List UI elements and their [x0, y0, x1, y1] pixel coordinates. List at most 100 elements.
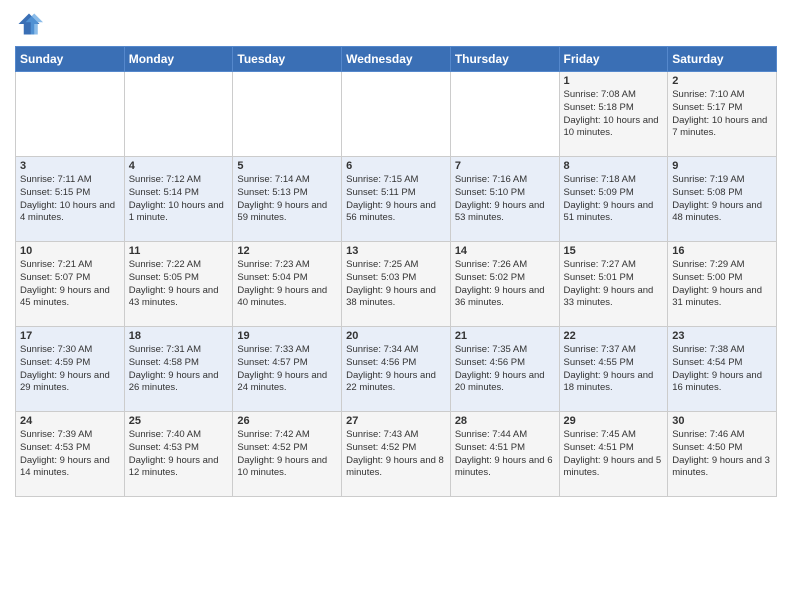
calendar-cell: 19 Sunrise: 7:33 AM Sunset: 4:57 PM Dayli… [233, 327, 342, 412]
day-number: 22 [564, 330, 664, 342]
day-number: 4 [129, 160, 229, 172]
calendar-cell: 28 Sunrise: 7:44 AM Sunset: 4:51 PM Dayli… [450, 412, 559, 497]
calendar-cell: 17 Sunrise: 7:30 AM Sunset: 4:59 PM Dayli… [16, 327, 125, 412]
calendar-cell: 3 Sunrise: 7:11 AM Sunset: 5:15 PM Daylig… [16, 157, 125, 242]
day-number: 20 [346, 330, 446, 342]
calendar-cell: 5 Sunrise: 7:14 AM Sunset: 5:13 PM Daylig… [233, 157, 342, 242]
day-number: 12 [237, 245, 337, 257]
calendar-cell: 22Sunrise: 7:37 AM Sunset: 4:55 PM Dayli… [559, 327, 668, 412]
calendar-cell: 9Sunrise: 7:19 AM Sunset: 5:08 PM Daylig… [668, 157, 777, 242]
calendar-cell: 23 Sunrise: 7:38 AM Sunset: 4:54 PM Dayli… [668, 327, 777, 412]
day-info: Sunrise: 7:31 AM Sunset: 4:58 PM Dayligh… [129, 344, 229, 395]
day-info: Sunrise: 7:27 AM Sunset: 5:01 PM Dayligh… [564, 259, 664, 310]
day-info: Sunrise: 7:18 AM Sunset: 5:09 PM Dayligh… [564, 174, 664, 225]
calendar-cell: 12 Sunrise: 7:23 AM Sunset: 5:04 PM Dayli… [233, 242, 342, 327]
day-info: Sunrise: 7:44 AM Sunset: 4:51 PM Dayligh… [455, 429, 555, 480]
week-row-4: 24 Sunrise: 7:39 AM Sunset: 4:53 PM Dayli… [16, 412, 777, 497]
logo-icon [15, 10, 43, 38]
day-info: Sunrise: 7:39 AM Sunset: 4:53 PM Dayligh… [20, 429, 120, 480]
calendar-cell: 29 Sunrise: 7:45 AM Sunset: 4:51 PM Dayli… [559, 412, 668, 497]
day-number: 2 [672, 75, 772, 87]
day-number: 5 [237, 160, 337, 172]
day-header-monday: Monday [124, 47, 233, 72]
day-number: 11 [129, 245, 229, 257]
day-number: 23 [672, 330, 772, 342]
day-number: 30 [672, 415, 772, 427]
day-info: Sunrise: 7:21 AM Sunset: 5:07 PM Dayligh… [20, 259, 120, 310]
calendar-cell: 8 Sunrise: 7:18 AM Sunset: 5:09 PM Daylig… [559, 157, 668, 242]
week-row-1: 3 Sunrise: 7:11 AM Sunset: 5:15 PM Daylig… [16, 157, 777, 242]
day-info: Sunrise: 7:35 AM Sunset: 4:56 PM Dayligh… [455, 344, 555, 395]
day-number: 25 [129, 415, 229, 427]
calendar-cell: 1Sunrise: 7:08 AM Sunset: 5:18 PM Daylig… [559, 72, 668, 157]
day-number: 24 [20, 415, 120, 427]
day-number: 29 [564, 415, 664, 427]
day-number: 8 [564, 160, 664, 172]
day-info: Sunrise: 7:26 AM Sunset: 5:02 PM Dayligh… [455, 259, 555, 310]
day-info: Sunrise: 7:29 AM Sunset: 5:00 PM Dayligh… [672, 259, 772, 310]
calendar-cell: 2 Sunrise: 7:10 AM Sunset: 5:17 PM Daylig… [668, 72, 777, 157]
day-header-thursday: Thursday [450, 47, 559, 72]
day-header-sunday: Sunday [16, 47, 125, 72]
calendar-cell: 20 Sunrise: 7:34 AM Sunset: 4:56 PM Dayli… [342, 327, 451, 412]
day-info: Sunrise: 7:19 AM Sunset: 5:08 PM Dayligh… [672, 174, 772, 225]
day-info: Sunrise: 7:22 AM Sunset: 5:05 PM Dayligh… [129, 259, 229, 310]
day-number: 18 [129, 330, 229, 342]
day-info: Sunrise: 7:12 AM Sunset: 5:14 PM Dayligh… [129, 174, 229, 225]
calendar-cell [342, 72, 451, 157]
calendar-cell: 21 Sunrise: 7:35 AM Sunset: 4:56 PM Dayli… [450, 327, 559, 412]
day-info: Sunrise: 7:34 AM Sunset: 4:56 PM Dayligh… [346, 344, 446, 395]
calendar-cell: 15Sunrise: 7:27 AM Sunset: 5:01 PM Dayli… [559, 242, 668, 327]
day-info: Sunrise: 7:14 AM Sunset: 5:13 PM Dayligh… [237, 174, 337, 225]
day-info: Sunrise: 7:15 AM Sunset: 5:11 PM Dayligh… [346, 174, 446, 225]
day-info: Sunrise: 7:46 AM Sunset: 4:50 PM Dayligh… [672, 429, 772, 480]
week-row-0: 1Sunrise: 7:08 AM Sunset: 5:18 PM Daylig… [16, 72, 777, 157]
day-info: Sunrise: 7:10 AM Sunset: 5:17 PM Dayligh… [672, 89, 772, 140]
calendar-cell: 18 Sunrise: 7:31 AM Sunset: 4:58 PM Dayli… [124, 327, 233, 412]
day-number: 7 [455, 160, 555, 172]
day-number: 16 [672, 245, 772, 257]
day-number: 26 [237, 415, 337, 427]
day-info: Sunrise: 7:43 AM Sunset: 4:52 PM Dayligh… [346, 429, 446, 480]
page-container: SundayMondayTuesdayWednesdayThursdayFrid… [0, 0, 792, 612]
week-row-3: 17 Sunrise: 7:30 AM Sunset: 4:59 PM Dayli… [16, 327, 777, 412]
calendar-cell: 13Sunrise: 7:25 AM Sunset: 5:03 PM Dayli… [342, 242, 451, 327]
day-number: 14 [455, 245, 555, 257]
day-info: Sunrise: 7:38 AM Sunset: 4:54 PM Dayligh… [672, 344, 772, 395]
day-info: Sunrise: 7:08 AM Sunset: 5:18 PM Dayligh… [564, 89, 664, 140]
day-info: Sunrise: 7:16 AM Sunset: 5:10 PM Dayligh… [455, 174, 555, 225]
day-number: 21 [455, 330, 555, 342]
day-header-friday: Friday [559, 47, 668, 72]
calendar-cell: 25 Sunrise: 7:40 AM Sunset: 4:53 PM Dayli… [124, 412, 233, 497]
day-info: Sunrise: 7:42 AM Sunset: 4:52 PM Dayligh… [237, 429, 337, 480]
calendar-cell: 6 Sunrise: 7:15 AM Sunset: 5:11 PM Daylig… [342, 157, 451, 242]
day-number: 3 [20, 160, 120, 172]
day-info: Sunrise: 7:23 AM Sunset: 5:04 PM Dayligh… [237, 259, 337, 310]
day-info: Sunrise: 7:11 AM Sunset: 5:15 PM Dayligh… [20, 174, 120, 225]
day-number: 17 [20, 330, 120, 342]
calendar-cell: 27 Sunrise: 7:43 AM Sunset: 4:52 PM Dayli… [342, 412, 451, 497]
calendar-cell: 10Sunrise: 7:21 AM Sunset: 5:07 PM Dayli… [16, 242, 125, 327]
calendar-cell: 7 Sunrise: 7:16 AM Sunset: 5:10 PM Daylig… [450, 157, 559, 242]
day-number: 28 [455, 415, 555, 427]
day-info: Sunrise: 7:40 AM Sunset: 4:53 PM Dayligh… [129, 429, 229, 480]
day-header-saturday: Saturday [668, 47, 777, 72]
day-number: 19 [237, 330, 337, 342]
day-info: Sunrise: 7:25 AM Sunset: 5:03 PM Dayligh… [346, 259, 446, 310]
day-header-wednesday: Wednesday [342, 47, 451, 72]
calendar-cell [124, 72, 233, 157]
week-row-2: 10Sunrise: 7:21 AM Sunset: 5:07 PM Dayli… [16, 242, 777, 327]
day-info: Sunrise: 7:33 AM Sunset: 4:57 PM Dayligh… [237, 344, 337, 395]
day-info: Sunrise: 7:30 AM Sunset: 4:59 PM Dayligh… [20, 344, 120, 395]
header [15, 10, 777, 38]
header-row: SundayMondayTuesdayWednesdayThursdayFrid… [16, 47, 777, 72]
calendar-cell: 30 Sunrise: 7:46 AM Sunset: 4:50 PM Dayli… [668, 412, 777, 497]
calendar-cell [450, 72, 559, 157]
day-number: 27 [346, 415, 446, 427]
day-info: Sunrise: 7:45 AM Sunset: 4:51 PM Dayligh… [564, 429, 664, 480]
calendar-cell: 4 Sunrise: 7:12 AM Sunset: 5:14 PM Daylig… [124, 157, 233, 242]
calendar-body: 1Sunrise: 7:08 AM Sunset: 5:18 PM Daylig… [16, 72, 777, 497]
day-number: 6 [346, 160, 446, 172]
calendar-cell: 11 Sunrise: 7:22 AM Sunset: 5:05 PM Dayli… [124, 242, 233, 327]
calendar-cell: 16 Sunrise: 7:29 AM Sunset: 5:00 PM Dayli… [668, 242, 777, 327]
